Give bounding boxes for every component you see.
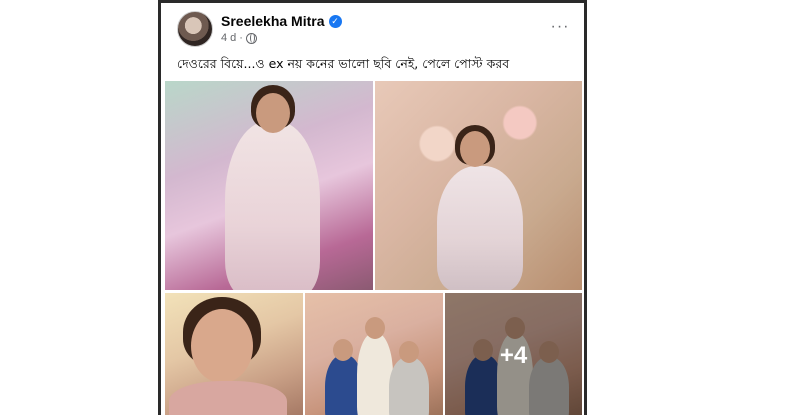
post-timestamp[interactable]: 4 d [221, 32, 236, 44]
meta-separator: · [239, 32, 243, 44]
photo-subject-face [399, 341, 419, 363]
photo-subject-face [460, 131, 490, 167]
photo-subject-body [169, 381, 287, 415]
photo-subject-face [256, 93, 290, 133]
photo-grid: +4 [165, 81, 582, 415]
verified-badge-icon: ✓ [328, 14, 342, 28]
author-row: Sreelekha Mitra ✓ [221, 13, 342, 29]
photo-subject-face [333, 339, 353, 361]
globe-icon [245, 32, 257, 44]
photo-subject [357, 333, 393, 415]
left-gutter [0, 0, 158, 415]
more-photos-overlay[interactable]: +4 [445, 293, 582, 415]
post-meta: 4 d · [221, 32, 257, 44]
author-name[interactable]: Sreelekha Mitra [221, 13, 325, 29]
photo-subject [225, 121, 320, 290]
photo-1[interactable] [165, 81, 373, 290]
more-photos-count: +4 [499, 341, 528, 369]
author-avatar[interactable] [177, 11, 213, 47]
photo-4[interactable] [305, 293, 443, 415]
photo-subject [389, 357, 429, 415]
post-text: দেওরের বিয়ে...ও ex নয় কনের ভালো ছবি নে… [177, 56, 510, 71]
photo-subject-face [365, 317, 385, 339]
post-header: Sreelekha Mitra ✓ 4 d · ··· [177, 11, 577, 51]
post-card: Sreelekha Mitra ✓ 4 d · ··· দেওরের বিয়ে… [158, 0, 587, 415]
photo-3[interactable] [165, 293, 303, 415]
photo-5[interactable]: +4 [445, 293, 582, 415]
photo-2[interactable] [375, 81, 582, 290]
photo-subject [437, 166, 523, 290]
more-options-icon[interactable]: ··· [545, 17, 575, 41]
right-gutter [587, 0, 800, 415]
photo-subject-face [191, 309, 253, 383]
